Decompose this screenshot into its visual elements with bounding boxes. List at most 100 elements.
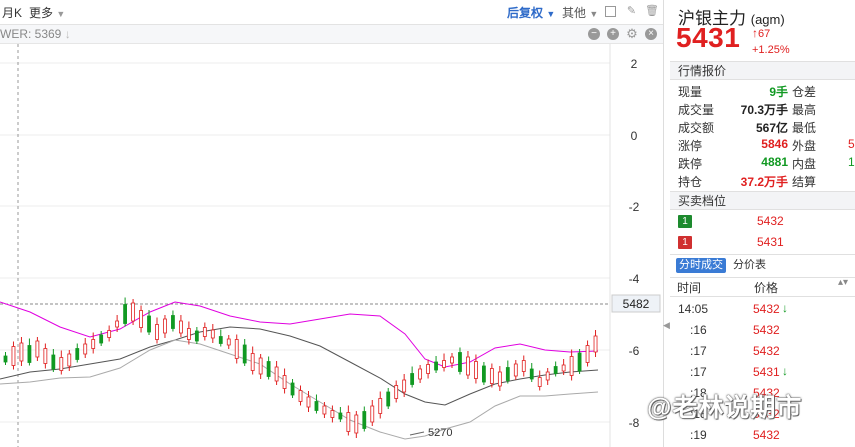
collapse-panel-icon[interactable]: ◀ xyxy=(663,320,671,350)
candle-down xyxy=(99,334,104,344)
candle-down xyxy=(147,315,151,333)
candle-up xyxy=(115,320,120,328)
candle-up xyxy=(370,405,375,423)
candle-down xyxy=(27,345,32,363)
market-value: 567亿 xyxy=(755,121,788,135)
market-label-2: 结算 xyxy=(792,175,817,189)
market-value-2: 1 xyxy=(848,155,855,169)
candle-up xyxy=(91,339,96,349)
market-label: 现量 xyxy=(678,85,703,99)
gear-icon[interactable]: ⚙ xyxy=(626,27,638,40)
plus-icon[interactable]: + xyxy=(607,28,619,40)
candle-up xyxy=(11,346,16,366)
price-column-header: 价格 xyxy=(754,281,779,295)
upper-band-line xyxy=(0,301,599,368)
market-value-2: 5 xyxy=(848,137,855,151)
candle-up xyxy=(306,396,311,408)
change-value: 67 xyxy=(758,28,771,40)
chart-toolbar: 月K 更多 ▼ 后复权 ▼ 其他 ▼ ✎ 🗑 xyxy=(0,0,663,25)
trade-row: :17 5431 ↓ xyxy=(678,364,855,382)
indicator-bar: WER: 5369 ↓ − + ⚙ × xyxy=(0,25,663,44)
candle-down xyxy=(314,401,319,411)
market-label-2: 最低 xyxy=(792,121,817,135)
trade-time: :19 xyxy=(690,428,707,442)
candle-up xyxy=(537,377,542,387)
candle-up xyxy=(282,375,287,389)
delete-icon[interactable]: 🗑 xyxy=(645,5,659,18)
sort-icon[interactable]: ▴▾ xyxy=(838,277,848,288)
candle-down xyxy=(123,304,127,324)
candle-down xyxy=(386,391,391,407)
minus-icon[interactable]: − xyxy=(588,28,600,40)
candle-up xyxy=(402,379,407,393)
indicator-value: WER: 5369 xyxy=(0,27,62,41)
more-menu[interactable]: 更多 ▼ xyxy=(29,4,65,21)
candle-up xyxy=(226,338,231,346)
trade-time: :16 xyxy=(690,323,707,337)
candle-up xyxy=(513,363,518,377)
chevron-down-icon: ▼ xyxy=(589,9,599,19)
candle-up xyxy=(442,360,446,368)
market-label: 持仓 xyxy=(678,175,703,189)
grid-icon[interactable] xyxy=(605,6,616,17)
market-row: 成交量 70.3万手 最高 xyxy=(678,100,855,118)
trade-row: :16 5432 xyxy=(678,322,855,340)
orderbook-price: 5432 xyxy=(757,214,784,228)
candle-up xyxy=(43,348,48,364)
candle-up xyxy=(450,356,454,364)
other-label: 其他 xyxy=(562,6,587,20)
axis-tick-label: 0 xyxy=(631,129,638,143)
candle-up xyxy=(497,371,502,387)
trade-time: :17 xyxy=(690,344,707,358)
axis-tick-label: -6 xyxy=(629,344,640,358)
candle-up xyxy=(202,327,207,337)
candle-up xyxy=(35,340,40,358)
market-label: 涨停 xyxy=(678,139,703,153)
candle-up xyxy=(59,357,64,371)
trade-tabs: 分时成交 分价表 xyxy=(670,254,855,278)
candle-up xyxy=(474,361,478,379)
trade-row: 14:05 5432 ↓ xyxy=(678,301,855,319)
candle-up xyxy=(569,356,574,376)
candle-down xyxy=(458,352,462,372)
candle-down xyxy=(3,355,8,363)
candle-up xyxy=(394,385,399,399)
price-change: ↑67 xyxy=(752,26,770,40)
trade-time: :17 xyxy=(690,365,707,379)
candle-up xyxy=(274,366,279,382)
candle-up xyxy=(234,339,239,359)
trade-row: :19 5432 xyxy=(678,427,855,445)
market-label-2: 内盘 xyxy=(792,157,817,171)
candle-down xyxy=(338,412,343,420)
market-row: 成交额 567亿 最低 xyxy=(678,118,855,136)
candle-down xyxy=(505,367,510,381)
candle-down xyxy=(577,352,582,372)
other-dropdown[interactable]: 其他 ▼ xyxy=(562,4,598,21)
close-icon[interactable]: × xyxy=(645,28,657,40)
candle-up xyxy=(489,368,494,384)
trade-price: 5432 xyxy=(753,428,780,442)
candle-down xyxy=(171,315,175,329)
trades-header: 时间 价格 ▴▾ xyxy=(670,277,855,297)
candle-up xyxy=(593,335,598,353)
candle-down xyxy=(529,368,534,380)
market-value: 5846 xyxy=(761,137,788,151)
indicator-label: WER: 5369 ↓ xyxy=(0,27,71,41)
trade-time: 14:05 xyxy=(678,302,709,316)
candle-up xyxy=(561,364,566,372)
more-label: 更多 xyxy=(29,6,54,20)
candle-down xyxy=(481,365,486,383)
market-label: 成交量 xyxy=(678,103,715,117)
trade-price: 5432 xyxy=(753,344,780,358)
tab-price-table[interactable]: 分价表 xyxy=(730,258,769,273)
adjust-dropdown[interactable]: 后复权 ▼ xyxy=(507,4,555,21)
candle-up xyxy=(139,310,143,328)
pen-icon[interactable]: ✎ xyxy=(625,5,638,18)
candle-down xyxy=(410,373,415,385)
kline-chart[interactable]: 2 0 -2 -4 -6 -8 5482 5270 xyxy=(0,44,663,447)
axis-tick-label: -8 xyxy=(629,416,640,430)
market-label-2: 仓差 xyxy=(792,85,817,99)
level-badge: 1 xyxy=(678,215,692,228)
tab-trades[interactable]: 分时成交 xyxy=(676,258,726,273)
tab-monthly-k[interactable]: 月K xyxy=(2,4,22,21)
